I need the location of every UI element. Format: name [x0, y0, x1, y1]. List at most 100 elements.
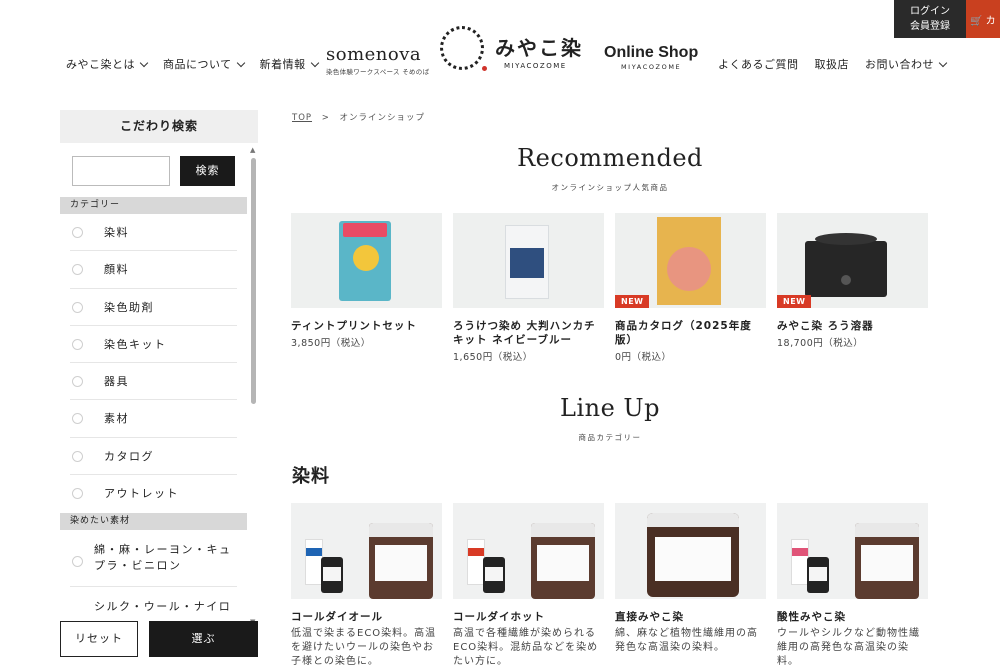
chevron-down-icon: [139, 58, 149, 67]
product-name[interactable]: ろうけつ染め 大判ハンカチキット ネイビーブルー: [453, 319, 604, 347]
product-card[interactable]: NEW みやこ染 ろう溶器 18,700円（税込）: [777, 213, 928, 363]
recommended-title: Recommended: [517, 144, 703, 172]
product-name[interactable]: みやこ染 ろう溶器: [777, 319, 928, 333]
nav-stores[interactable]: 取扱店: [815, 56, 850, 72]
scroll-up-icon[interactable]: ▲: [250, 146, 255, 154]
catalog-image: [657, 217, 721, 305]
category-card[interactable]: 酸性みやこ染 ウールやシルクなど動物性繊維用の高発色な高温染の染料。: [777, 503, 928, 667]
category-item[interactable]: アウトレット: [70, 475, 237, 512]
product-image[interactable]: NEW: [777, 213, 928, 308]
breadcrumb: TOP > オンラインショップ: [292, 111, 425, 123]
category-item[interactable]: 染料: [70, 214, 237, 252]
nav-news-label: 新着情報: [259, 58, 306, 71]
product-image[interactable]: [453, 213, 604, 308]
category-label: 染色助剤: [104, 300, 154, 314]
somenova-link[interactable]: somenova 染色体験ワークスペース そめのば: [326, 44, 429, 76]
material-list: 綿・麻・レーヨン・キュプラ・ビニロン シルク・ウール・ナイロン・ポリウレタン: [60, 530, 247, 612]
nav-faq[interactable]: よくあるご質問: [718, 56, 799, 72]
category-item[interactable]: 染色助剤: [70, 289, 237, 326]
breadcrumb-current: オンラインショップ: [339, 113, 426, 123]
category-label: カタログ: [104, 449, 154, 463]
category-label: 器具: [104, 375, 129, 389]
online-shop-subtitle: MIYACOZOME: [620, 63, 682, 71]
category-list: 染料 顔料 染色助剤 染色キット 器具 素材 カタログ アウトレット: [60, 214, 247, 512]
category-desc: 綿、麻など植物性繊維用の高発色な高温染の染料。: [615, 628, 758, 653]
search-input[interactable]: [72, 156, 170, 186]
material-header: 染めたい素材: [60, 513, 247, 530]
product-price: 3,850円（税込）: [291, 338, 371, 349]
handkerchief-kit-image: [505, 225, 549, 299]
lineup-subtitle: 商品カテゴリー: [578, 433, 642, 442]
cart-label: カ: [985, 16, 996, 27]
category-image[interactable]: [615, 503, 766, 599]
category-name[interactable]: 直接みやこ染: [615, 610, 766, 624]
recommended-grid: ティントプリントセット 3,850円（税込） ろうけつ染め 大判ハンカチキット …: [291, 213, 928, 363]
material-item[interactable]: シルク・ウール・ナイロン・ポリウレタン: [70, 587, 237, 612]
new-badge: NEW: [615, 295, 650, 308]
chevron-down-icon: [310, 58, 319, 67]
sidebar-scrollbar[interactable]: ▲ ▼: [249, 146, 258, 626]
search-button[interactable]: 検索: [180, 156, 235, 186]
category-label: 素材: [104, 412, 129, 426]
radio-icon: [72, 556, 83, 567]
sidebar-search: 検索: [72, 156, 235, 186]
online-shop-title: Online Shop: [604, 44, 699, 61]
category-name[interactable]: 酸性みやこ染: [777, 610, 928, 624]
category-image[interactable]: [453, 503, 604, 599]
product-card[interactable]: ティントプリントセット 3,850円（税込）: [291, 213, 442, 363]
material-label: 綿・麻・レーヨン・キュプラ・ビニロン: [94, 543, 232, 572]
category-card[interactable]: コールダイオール 低温で染まるECO染料。高温を避けたいウールの染色やお子様との…: [291, 503, 442, 667]
dye-jar-large-image: [531, 523, 595, 599]
category-item[interactable]: 染色キット: [70, 326, 237, 364]
category-item[interactable]: 器具: [70, 363, 237, 401]
nav-news[interactable]: 新着情報: [259, 56, 319, 72]
chevron-down-icon: [236, 58, 245, 67]
nav-products[interactable]: 商品について: [163, 56, 245, 72]
radio-icon: [72, 488, 83, 500]
product-card[interactable]: NEW 商品カタログ（2025年度版） 0円（税込）: [615, 213, 766, 363]
category-item[interactable]: 素材: [70, 400, 237, 438]
dye-jar-small-image: [483, 557, 505, 593]
category-name[interactable]: コールダイホット: [453, 610, 604, 624]
dye-jar-small-image: [321, 557, 343, 593]
breadcrumb-top-link[interactable]: TOP: [292, 113, 312, 123]
wax-melter-image: [805, 233, 887, 297]
site-logo[interactable]: みやこ染 MIYACOZOME: [440, 22, 600, 82]
category-name[interactable]: コールダイオール: [291, 610, 442, 624]
logo-text: みやこ染: [495, 36, 583, 60]
product-price: 1,650円（税込）: [453, 352, 533, 363]
category-item[interactable]: カタログ: [70, 438, 237, 476]
product-image[interactable]: [291, 213, 442, 308]
category-desc: 高温で各種繊維が染められるECO染料。混紡品などを染めたい方に。: [453, 628, 599, 667]
dye-jar-small-image: [807, 557, 829, 593]
reset-button[interactable]: リセット: [60, 621, 138, 657]
category-title: 染料: [292, 466, 330, 487]
somenova-subtitle: 染色体験ワークスペース そめのば: [326, 68, 430, 76]
material-item[interactable]: 綿・麻・レーヨン・キュプラ・ビニロン: [70, 530, 237, 587]
product-name[interactable]: ティントプリントセット: [291, 319, 442, 333]
sidebar-title: こだわり検索: [60, 110, 258, 143]
product-name[interactable]: 商品カタログ（2025年度版）: [615, 319, 766, 347]
cart-button[interactable]: 🛒 カ: [966, 0, 1000, 38]
category-card[interactable]: コールダイホット 高温で各種繊維が染められるECO染料。混紡品などを染めたい方に…: [453, 503, 604, 667]
category-item[interactable]: 顔料: [70, 251, 237, 289]
nav-faq-label: よくあるご質問: [718, 58, 799, 71]
nav-about[interactable]: みやこ染とは: [66, 56, 149, 72]
radio-icon: [72, 376, 83, 388]
login-button[interactable]: ログイン 会員登録: [894, 0, 966, 38]
category-image[interactable]: [291, 503, 442, 599]
category-image[interactable]: [777, 503, 928, 599]
category-header: カテゴリー: [60, 197, 247, 214]
product-card[interactable]: ろうけつ染め 大判ハンカチキット ネイビーブルー 1,650円（税込）: [453, 213, 604, 363]
product-image[interactable]: NEW: [615, 213, 766, 308]
dye-jar-large-image: [855, 523, 919, 599]
scroll-thumb[interactable]: [251, 158, 256, 404]
product-price: 0円（税込）: [615, 352, 672, 363]
register-label: 会員登録: [910, 21, 950, 32]
category-card[interactable]: 直接みやこ染 綿、麻など植物性繊維用の高発色な高温染の染料。: [615, 503, 766, 667]
category-label: 顔料: [104, 263, 129, 277]
submit-button[interactable]: 選ぶ: [149, 621, 258, 657]
nav-contact[interactable]: お問い合わせ: [865, 56, 948, 72]
online-shop-link[interactable]: Online Shop MIYACOZOME: [604, 44, 698, 71]
radio-icon: [72, 227, 83, 238]
